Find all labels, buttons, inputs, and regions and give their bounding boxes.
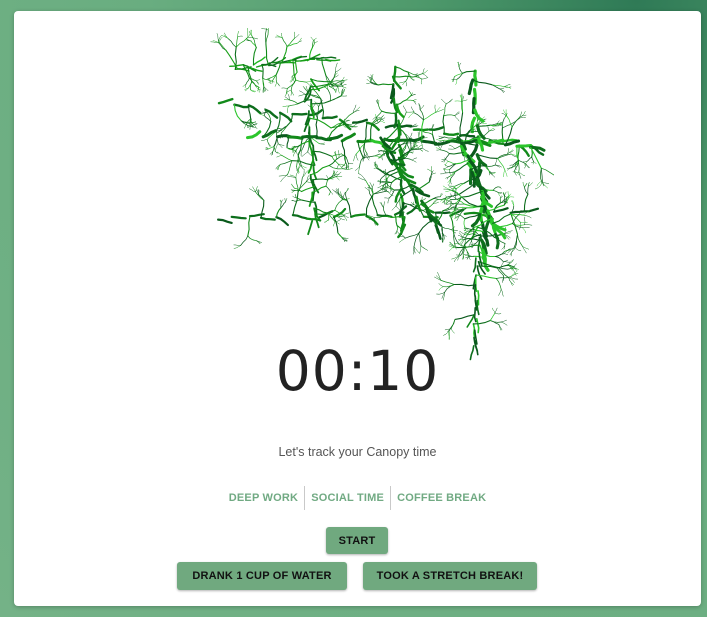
tab-deep-work[interactable]: DEEP WORK: [223, 486, 304, 510]
stretch-break-button[interactable]: TOOK A STRETCH BREAK!: [363, 562, 537, 590]
tagline-text: Let's track your Canopy time: [278, 445, 437, 459]
tab-social-time[interactable]: SOCIAL TIME: [304, 486, 390, 510]
canopy-vine-illustration: [210, 28, 554, 361]
tab-coffee-break[interactable]: COFFEE BREAK: [390, 486, 492, 510]
start-button[interactable]: START: [326, 527, 388, 554]
mode-tabs: DEEP WORK SOCIAL TIME COFFEE BREAK: [14, 486, 701, 510]
drank-water-button[interactable]: DRANK 1 CUP OF WATER: [177, 562, 347, 590]
timer-card: 00:10 Let's track your Canopy time DEEP …: [14, 11, 701, 606]
timer-display: 00:10: [275, 339, 440, 403]
